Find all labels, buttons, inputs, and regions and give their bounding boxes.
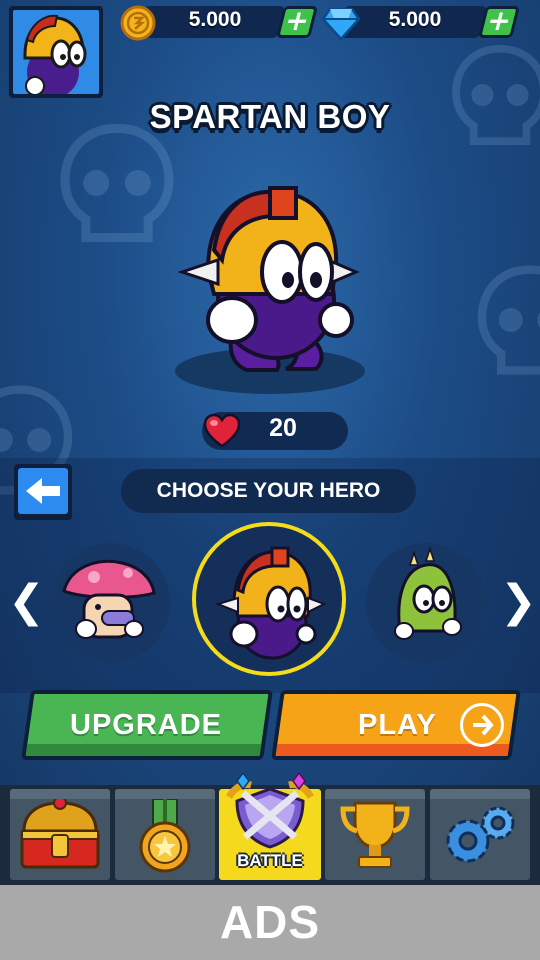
trophy-icon [340,801,410,868]
choose-hero-title: CHOOSE YOUR HERO [156,479,381,502]
spartan-hero-icon [178,186,360,372]
coin-amount: 5.000 [188,8,242,31]
hero-name: SPARTAN BOY [149,98,391,135]
play-label: PLAY [358,709,437,741]
chest-icon [20,796,100,869]
mushroom-hero-icon [62,559,156,639]
arrow-right-glyph [473,714,494,736]
hero-slot-cactus[interactable] [366,543,486,663]
medal-icon [139,798,191,873]
player-avatar[interactable] [9,6,103,98]
arrow-left-icon [26,478,60,504]
prev-hero-arrow[interactable]: ❮ [8,580,45,624]
skull-decoration-icon [477,265,540,375]
health-value: 20 [269,414,297,442]
tab-missions[interactable] [115,789,215,880]
spartan-hero-small-icon [214,546,327,660]
battle-icon [225,771,315,849]
back-button[interactable] [14,464,72,520]
cactus-hero-icon [394,546,462,640]
tab-leaderboard[interactable] [325,789,425,880]
spartan-avatar-icon [23,14,87,94]
tab-shop[interactable] [10,789,110,880]
battle-label: BATTLE [237,851,303,870]
ad-banner-label: ADS [219,896,321,948]
tab-highlight [325,789,425,799]
heart-icon [203,413,241,448]
upgrade-label: UPGRADE [70,709,223,741]
tab-highlight [10,789,110,799]
arrow-right-icon [460,703,504,747]
tab-settings[interactable] [430,789,530,880]
skull-decoration-icon [60,123,174,243]
avatar-frame [13,10,99,94]
settings-icon [446,806,515,863]
hero-slot-spartan-selected[interactable] [192,522,346,676]
hero-slot-mushroom[interactable] [50,543,170,663]
tab-highlight [430,789,530,799]
gem-amount: 5.000 [388,8,442,31]
coin-icon [120,5,156,41]
next-hero-arrow[interactable]: ❯ [500,580,537,624]
tab-highlight [115,789,215,799]
gem-icon [322,7,360,41]
back-button-face [18,468,68,514]
